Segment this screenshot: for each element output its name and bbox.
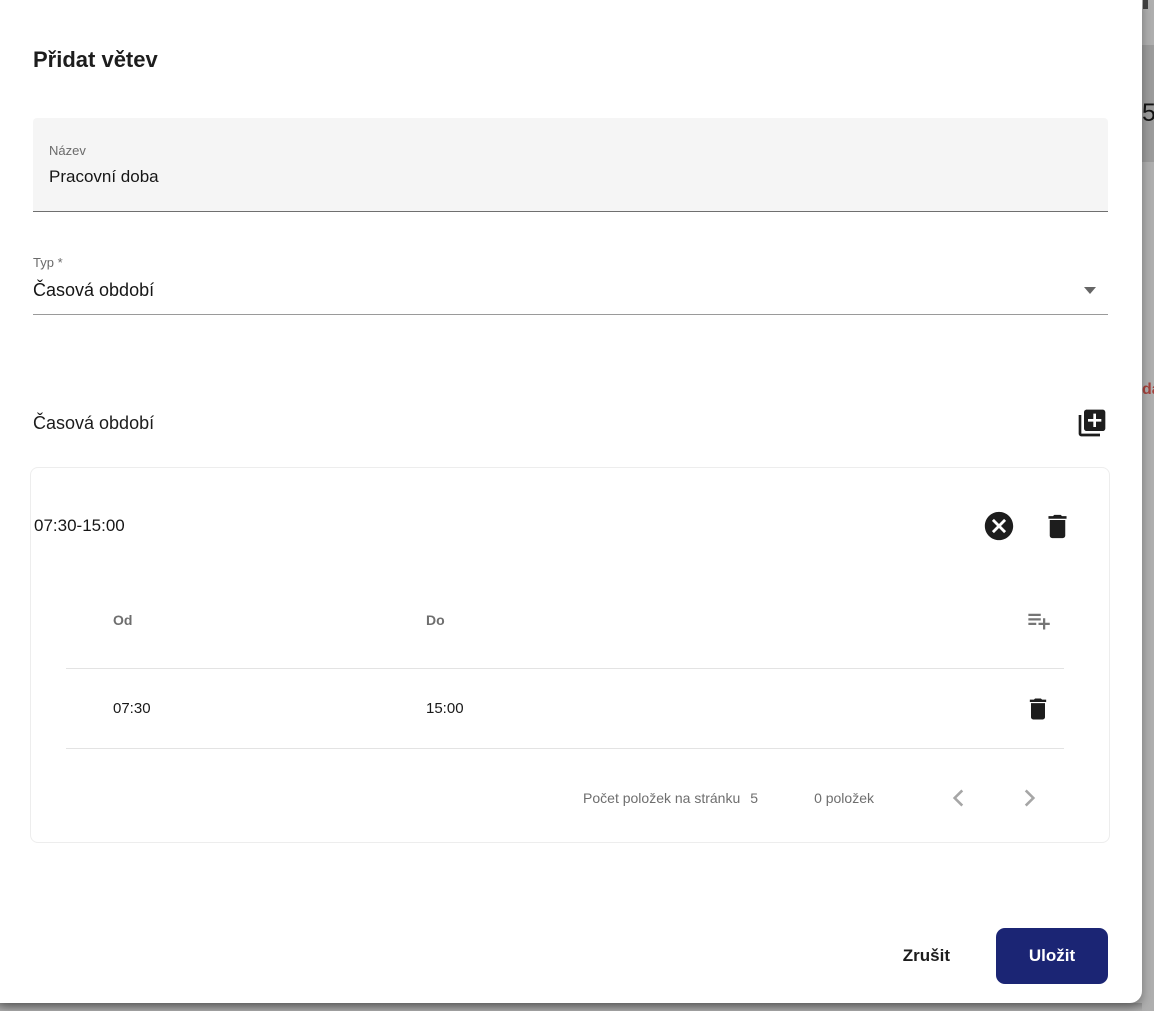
library-add-icon: [1076, 407, 1108, 439]
cancel-icon: [982, 509, 1016, 543]
dialog-actions: Zrušit Uložit: [33, 928, 1108, 984]
backdrop-bottom-shade: [0, 1003, 1142, 1011]
trash-icon: [1024, 695, 1052, 723]
column-header-do: Do: [426, 612, 445, 628]
dialog-title: Přidat větev: [33, 47, 158, 72]
previous-page-button[interactable]: [944, 783, 974, 813]
paginator-range: 0 položek: [814, 790, 874, 806]
chevron-left-icon: [946, 785, 972, 811]
time-periods-panel: 07:30-15:00 Od Do 07:30 15:00 Počet polo…: [30, 467, 1110, 843]
add-row-button[interactable]: [1025, 607, 1052, 634]
table-header-row: Od Do: [66, 592, 1064, 648]
period-range-label: 07:30-15:00: [34, 516, 125, 535]
time-periods-section-header: Časová období: [33, 401, 1108, 445]
caret-down-icon[interactable]: [1084, 287, 1096, 294]
type-field-label: Typ *: [33, 255, 63, 270]
trash-icon: [1042, 511, 1073, 542]
paginator: Počet položek na stránku 5 0 položek: [66, 763, 1064, 833]
type-field-value[interactable]: Časová období: [33, 279, 1108, 301]
chevron-right-icon: [1016, 785, 1042, 811]
screen: 5 da Přidat větev Název Pracovní doba Ty…: [0, 0, 1154, 1011]
next-page-button[interactable]: [1014, 783, 1044, 813]
name-field-value[interactable]: Pracovní doba: [49, 166, 1092, 188]
backdrop-clipped-red-text: da: [1142, 381, 1154, 398]
delete-row-button[interactable]: [1024, 695, 1052, 723]
cell-do[interactable]: 15:00: [426, 700, 1004, 717]
name-field-label: Název: [49, 143, 86, 158]
backdrop-scrollbar-fragment: [1143, 0, 1148, 9]
page-size-label: Počet položek na stránku: [583, 790, 741, 806]
period-panel-header[interactable]: 07:30-15:00: [31, 468, 1109, 554]
table-row: 07:30 15:00: [66, 669, 1064, 748]
add-branch-dialog: Přidat větev Název Pracovní doba Typ * Č…: [0, 0, 1142, 1003]
backdrop-clipped-text: 5: [1142, 99, 1154, 127]
column-header-od: Od: [113, 612, 133, 628]
name-field[interactable]: Název Pracovní doba: [33, 118, 1108, 212]
cancel-button[interactable]: Zrušit: [897, 936, 956, 976]
playlist-add-icon: [1025, 607, 1052, 634]
periods-table: Od Do 07:30 15:00 Počet položek na strán…: [66, 592, 1064, 833]
table-divider: [66, 748, 1064, 749]
clear-period-button[interactable]: [982, 509, 1016, 543]
save-button[interactable]: Uložit: [996, 928, 1108, 984]
delete-period-button[interactable]: [1042, 511, 1073, 542]
type-select-field[interactable]: Typ * Časová období: [33, 255, 1108, 315]
add-period-button[interactable]: [1076, 407, 1108, 439]
cell-od[interactable]: 07:30: [113, 700, 426, 717]
section-title: Časová období: [33, 412, 155, 433]
page-size-select[interactable]: 5: [750, 790, 758, 806]
